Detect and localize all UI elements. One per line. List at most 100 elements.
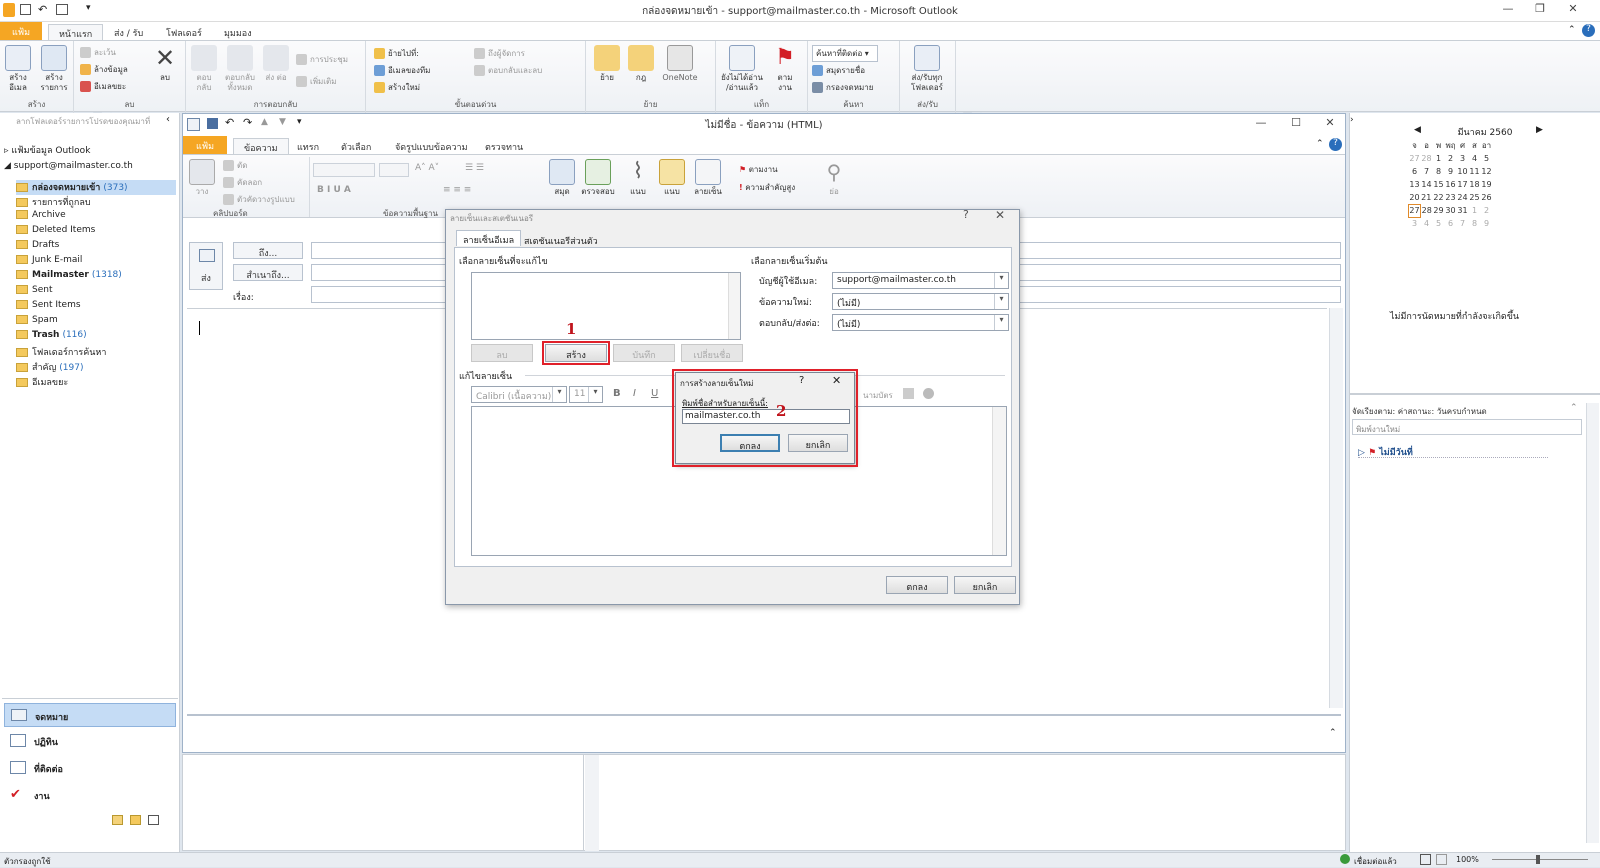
todo-collapse-icon[interactable]: › (1350, 115, 1354, 125)
dialog-ok-button[interactable]: ตกลง (886, 576, 948, 594)
attach-file-button[interactable]: ⌇ แนบ (623, 159, 653, 197)
insert-hyperlink-icon[interactable] (923, 388, 934, 399)
new-email-button[interactable]: สร้าง อีเมล (2, 45, 34, 93)
move-button[interactable]: ย้าย (592, 45, 622, 83)
tab-personal-stationery[interactable]: สเตชันเนอรีส่วนตัว (518, 232, 604, 248)
underline-button[interactable]: U (651, 388, 658, 399)
close-icon[interactable]: ✕ (1560, 2, 1586, 18)
send-receive-all-button[interactable]: ส่ง/รับทุก โฟลเดอร์ (904, 45, 950, 93)
reply-forward-select[interactable]: (ไม่มี) ▾ (832, 314, 1009, 331)
calendar-day[interactable]: 4 (1469, 152, 1481, 165)
align-icons[interactable]: ≡ ≡ ≡ (443, 185, 471, 195)
calendar-day[interactable]: 17 (1457, 178, 1469, 191)
paste-button[interactable]: วาง (187, 159, 217, 197)
folder-item[interactable]: Junk E-mail (16, 255, 176, 270)
tab-file[interactable]: แฟ้ม (0, 22, 42, 40)
calendar-day[interactable]: 6 (1409, 165, 1421, 178)
insert-picture-icon[interactable] (903, 388, 914, 399)
font-name-box[interactable] (313, 163, 375, 177)
calendar-day[interactable]: 30 (1445, 204, 1457, 217)
calendar-day[interactable]: 31 (1457, 204, 1469, 217)
compose-minimize-icon[interactable]: — (1248, 116, 1274, 132)
nav-calendar[interactable]: ปฏิทิน (4, 729, 176, 753)
bold-italic-underline-icons[interactable]: B I U A (317, 185, 351, 195)
help-icon[interactable]: ? (1582, 24, 1595, 37)
body-scrollbar[interactable] (1329, 308, 1343, 708)
folder-item[interactable]: กล่องจดหมายเข้า (373) (16, 180, 176, 195)
folder-item[interactable]: Sent Items (16, 300, 176, 315)
check-names-button[interactable]: ตรวจสอบ (581, 159, 615, 197)
todo-splitter[interactable] (1350, 393, 1600, 395)
folder-item[interactable]: Spam (16, 315, 176, 330)
folder-item[interactable]: Deleted Items (16, 225, 176, 240)
calendar-day[interactable]: 7 (1457, 217, 1469, 230)
calendar-day[interactable]: 5 (1481, 152, 1493, 165)
editor-scrollbar[interactable] (992, 407, 1006, 555)
zoom-slider[interactable] (1492, 859, 1588, 860)
calendar-day[interactable]: 3 (1457, 152, 1469, 165)
list-scrollbar[interactable] (585, 755, 599, 851)
zoom-button[interactable]: ⚲ ย่อ (819, 159, 849, 197)
tab-home[interactable]: หน้าแรก (48, 24, 104, 40)
calendar-day[interactable]: 19 (1481, 178, 1493, 191)
signature-button[interactable]: ลายเซ็น (691, 159, 725, 197)
calendar-day[interactable]: 15 (1433, 178, 1445, 191)
high-importance-button[interactable]: ! ความสำคัญสูง (739, 181, 795, 194)
calendar-day[interactable]: 28 (1421, 204, 1433, 217)
prev-month-icon[interactable]: ◀ (1414, 125, 1421, 135)
folder-list-icon[interactable] (130, 815, 141, 825)
tab-email-signature[interactable]: ลายเซ็นอีเมล (456, 230, 522, 246)
calendar-day[interactable]: 26 (1481, 191, 1493, 204)
italic-button[interactable]: I (633, 388, 636, 399)
calendar-day[interactable]: 9 (1481, 217, 1493, 230)
calendar-day[interactable]: 20 (1409, 191, 1421, 204)
calendar-day[interactable]: 29 (1433, 204, 1445, 217)
calendar-day[interactable]: 2 (1445, 152, 1457, 165)
address-book-compose-button[interactable]: สมุด (547, 159, 577, 197)
follow-up-compose-button[interactable]: ⚑ ตามงาน (739, 163, 778, 176)
zoom-slider-thumb[interactable] (1536, 855, 1540, 864)
calendar-day[interactable]: 8 (1433, 165, 1445, 178)
calendar-day[interactable]: 23 (1445, 191, 1457, 204)
font-select[interactable]: Calibri (เนื้อความ) ▾ (471, 386, 567, 403)
delete-button[interactable]: ✕ ลบ (150, 45, 180, 83)
folder-item[interactable]: Trash (116) (16, 330, 176, 345)
signature-list[interactable] (471, 272, 741, 340)
shortcuts-icon[interactable] (148, 815, 159, 825)
compose-tab-file[interactable]: แฟ้ม (183, 136, 227, 154)
reply-button[interactable]: ตอบ กลับ (190, 45, 218, 93)
calendar-day[interactable]: 8 (1469, 217, 1481, 230)
folder-item[interactable]: Sent (16, 285, 176, 300)
forward-button[interactable]: ส่ง ต่อ (262, 45, 290, 83)
calendar-day[interactable]: 2 (1481, 204, 1493, 217)
nav-mail[interactable]: จดหมาย (4, 703, 176, 727)
ribbon-collapse-icon[interactable]: ⌃ (1568, 25, 1576, 35)
rename-signature-button[interactable]: เปลี่ยนชื่อ (681, 344, 743, 362)
reading-view-icon[interactable] (1436, 854, 1447, 865)
address-book-button[interactable]: สมุดรายชื่อ (812, 64, 865, 77)
folder-item[interactable]: Drafts (16, 240, 176, 255)
calendar-day[interactable]: 13 (1409, 178, 1421, 191)
cc-button[interactable]: สำเนาถึง... (233, 264, 303, 281)
calendar-day[interactable]: 3 (1409, 217, 1421, 230)
calendar-day[interactable]: 24 (1457, 191, 1469, 204)
maximize-icon[interactable]: ❐ (1527, 2, 1553, 18)
outlook-data-file[interactable]: ▹ แฟ้มข้อมูล Outlook (4, 143, 182, 158)
new-task-input[interactable]: พิมพ์งานใหม่ (1352, 419, 1582, 435)
notes-icon[interactable] (112, 815, 123, 825)
calendar-day[interactable]: 27 (1409, 152, 1421, 165)
compose-tab-insert[interactable]: แทรก (287, 138, 329, 154)
compose-maximize-icon[interactable]: ☐ (1283, 116, 1309, 132)
calendar-day[interactable]: 10 (1457, 165, 1469, 178)
calendar-day[interactable]: 16 (1445, 178, 1457, 191)
unread-read-button[interactable]: ยังไม่ได้อ่าน /อ่านแล้ว (720, 45, 764, 93)
calendar-day[interactable]: 4 (1421, 217, 1433, 230)
signature-list-scrollbar[interactable] (728, 273, 740, 339)
folder-item[interactable]: รายการที่ถูกลบ (16, 195, 176, 210)
calendar-day[interactable]: 1 (1433, 152, 1445, 165)
folder-item[interactable]: Archive (16, 210, 176, 225)
new-messages-select[interactable]: (ไม่มี) ▾ (832, 293, 1009, 310)
account-root[interactable]: ◢ support@mailmaster.co.th (4, 161, 182, 176)
more-respond-button[interactable]: เพิ่มเติม (296, 75, 336, 88)
calendar-day[interactable]: 18 (1469, 178, 1481, 191)
